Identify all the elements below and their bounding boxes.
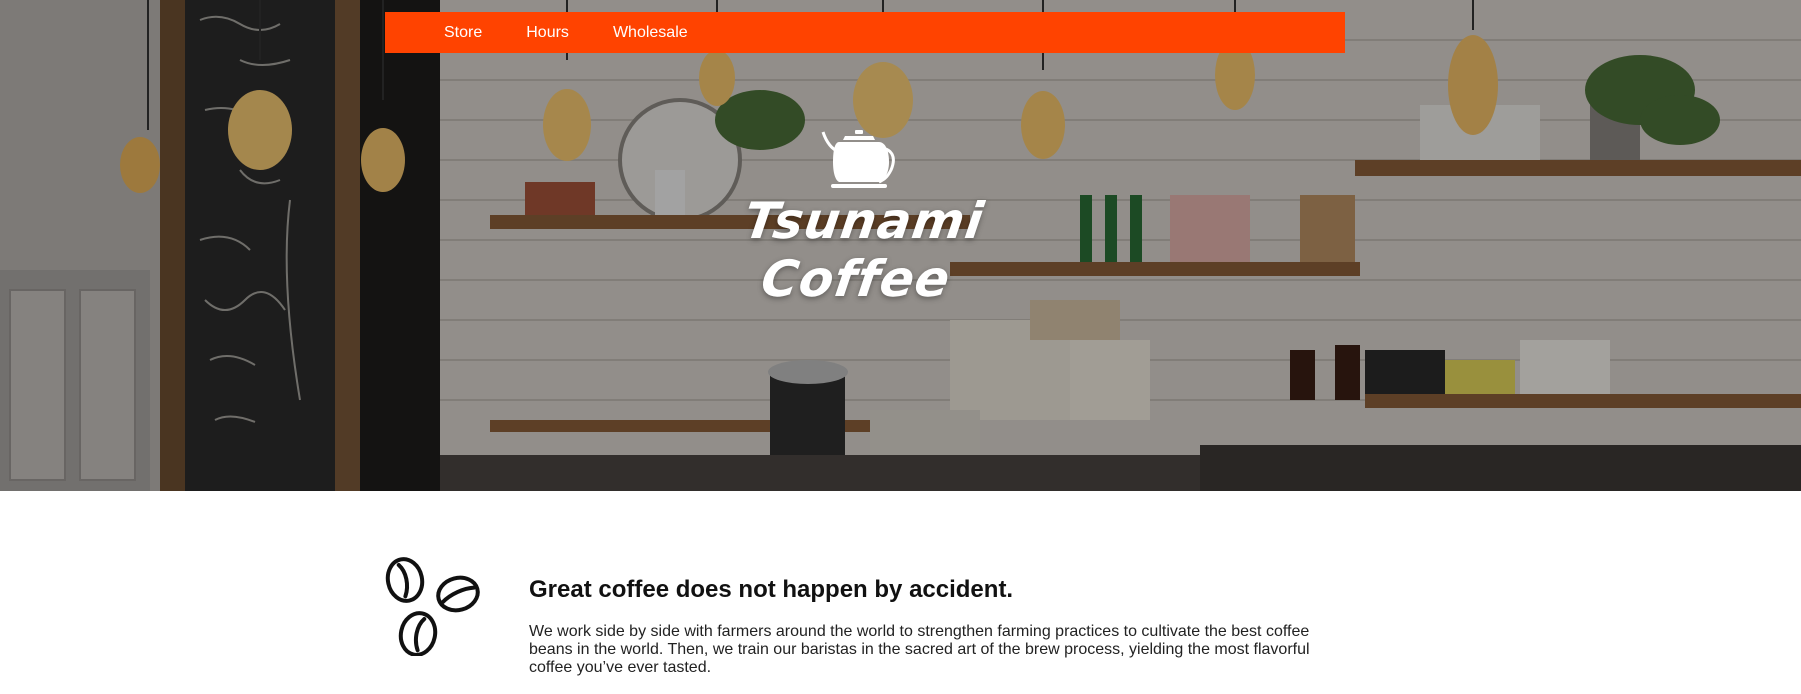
intro-heading: Great coffee does not happen by accident…: [529, 576, 1014, 603]
hero-section: Store Hours Wholesale Tsunami Coffee: [0, 0, 1801, 491]
nav-link-store[interactable]: Store: [444, 12, 482, 53]
brand-logo: Tsunami Coffee: [730, 128, 990, 308]
coffee-beans-icon: [385, 557, 480, 656]
brand-title-line1: Tsunami: [740, 192, 988, 250]
nav-link-hours[interactable]: Hours: [526, 12, 569, 53]
nav-link-wholesale[interactable]: Wholesale: [613, 12, 688, 53]
top-nav: Store Hours Wholesale: [385, 12, 1345, 53]
intro-section: Great coffee does not happen by accident…: [385, 552, 1345, 694]
intro-paragraph: We work side by side with farmers around…: [529, 623, 1310, 676]
brand-title-line2: Coffee: [757, 250, 955, 308]
kettle-icon: [821, 130, 895, 188]
